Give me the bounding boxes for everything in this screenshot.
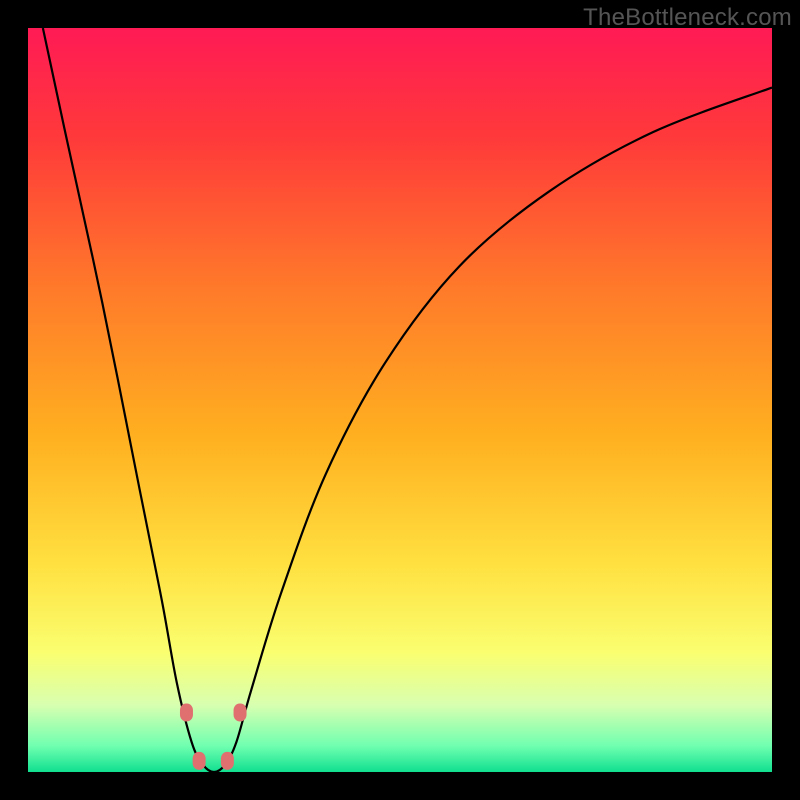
marker-dot bbox=[180, 703, 193, 721]
plot-area bbox=[28, 28, 772, 772]
chart-frame: TheBottleneck.com bbox=[0, 0, 800, 800]
watermark-text: TheBottleneck.com bbox=[583, 4, 792, 32]
marker-dot bbox=[234, 703, 247, 721]
gradient-background bbox=[28, 28, 772, 772]
chart-svg bbox=[28, 28, 772, 772]
marker-dot bbox=[221, 752, 234, 770]
marker-dot bbox=[193, 752, 206, 770]
